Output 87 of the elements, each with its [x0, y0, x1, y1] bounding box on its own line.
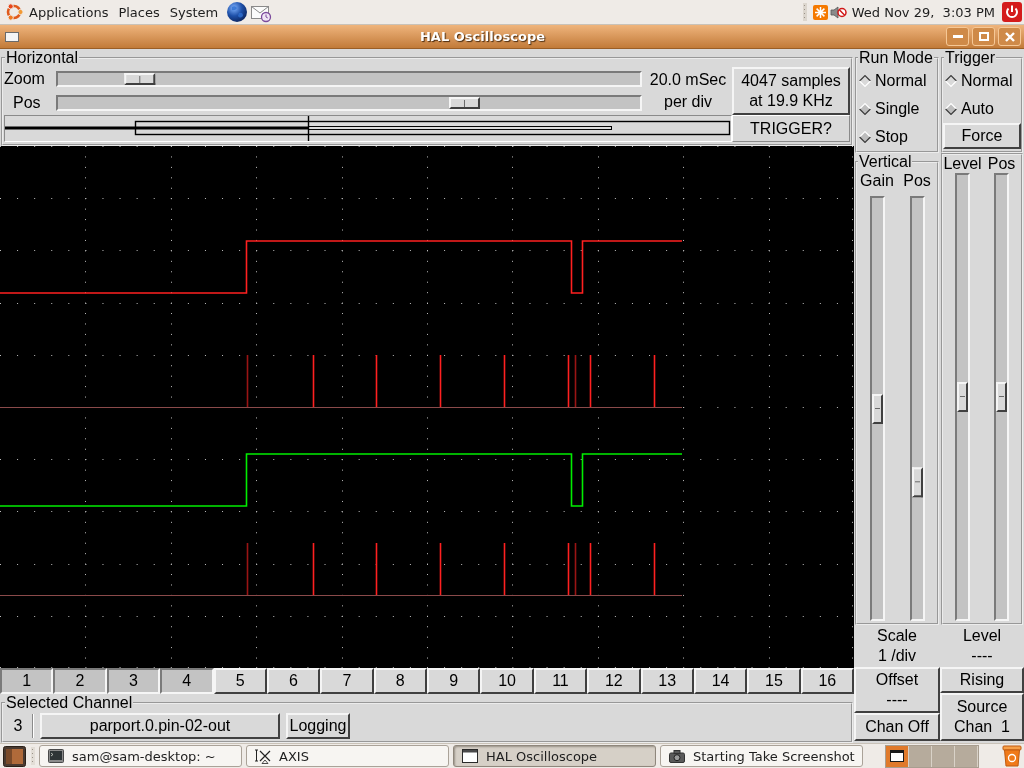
- muted-speaker-icon[interactable]: [829, 4, 847, 20]
- channel-button[interactable]: 7: [320, 668, 374, 694]
- force-button[interactable]: Force: [943, 123, 1021, 149]
- slider-label: Level: [943, 155, 982, 173]
- edge-button[interactable]: Rising: [940, 667, 1024, 693]
- channel-button[interactable]: 3: [106, 668, 161, 694]
- channel-button[interactable]: 13: [640, 668, 694, 694]
- ring-logo-icon[interactable]: [4, 2, 24, 22]
- close-icon: [1004, 31, 1015, 42]
- menu-item[interactable]: Applications: [24, 0, 114, 24]
- slider-label: Pos: [987, 155, 1016, 173]
- power-icon[interactable]: [1002, 2, 1022, 22]
- camera-icon: [669, 749, 685, 763]
- slider-track[interactable]: [56, 71, 642, 87]
- channel-button[interactable]: 8: [373, 668, 427, 694]
- time-per-division: 20.0 mSec per div: [648, 70, 728, 112]
- channel-name-button[interactable]: parport.0.pin-02-out: [40, 712, 280, 739]
- slider-track[interactable]: [869, 196, 885, 621]
- channel-button[interactable]: 15: [747, 668, 801, 694]
- scale-readout: Scale 1 /div: [876, 626, 918, 666]
- frame-title: Run Mode: [858, 49, 934, 67]
- channel-number: 3: [12, 717, 24, 734]
- slider-thumb[interactable]: [957, 382, 968, 412]
- channel-off-button[interactable]: Chan Off: [854, 713, 940, 741]
- window-icon: [462, 749, 478, 763]
- channel-button[interactable]: 14: [693, 668, 748, 694]
- slider-thumb[interactable]: [871, 393, 883, 424]
- slider-track[interactable]: [56, 95, 642, 111]
- source-button[interactable]: Source Chan 1: [940, 693, 1024, 741]
- channel-button[interactable]: 1: [0, 668, 54, 694]
- minimize-button[interactable]: [946, 27, 969, 46]
- taskbar-button[interactable]: HAL Oscilloscope: [453, 745, 656, 767]
- channel-button[interactable]: 4: [160, 668, 214, 694]
- frame-title: Vertical: [858, 153, 913, 171]
- minimize-icon: [952, 35, 963, 38]
- slider-label: Pos: [12, 95, 42, 111]
- frame-title: Trigger: [944, 49, 997, 67]
- channel-button[interactable]: 10: [480, 668, 534, 694]
- slider-track[interactable]: [955, 173, 970, 621]
- slider-thumb[interactable]: [911, 467, 923, 498]
- workspace-button[interactable]: [886, 745, 909, 767]
- taskbar-button[interactable]: Starting Take Screenshot: [660, 745, 863, 767]
- radio-option[interactable]: Single: [857, 95, 937, 123]
- radio-option[interactable]: Auto: [943, 95, 1021, 123]
- slider-label: Gain: [860, 171, 894, 191]
- channel-button[interactable]: 11: [533, 668, 588, 694]
- slider-thumb[interactable]: [996, 382, 1007, 412]
- slider-track[interactable]: [994, 173, 1009, 621]
- slider-label: Pos: [903, 171, 931, 191]
- slider-thumb[interactable]: [124, 73, 156, 85]
- level-readout: Level ----: [961, 626, 1003, 666]
- taskbar-button[interactable]: sam@sam-desktop: ~: [39, 745, 242, 767]
- taskbar-button[interactable]: AXIS: [246, 745, 449, 767]
- slider-label: Zoom: [4, 71, 46, 87]
- channel-button[interactable]: 5: [213, 668, 267, 694]
- clock[interactable]: Wed Nov 29, 3:03 PM: [851, 5, 995, 19]
- menu-item[interactable]: Places: [113, 0, 165, 24]
- radio-option[interactable]: Normal: [943, 67, 1021, 95]
- logging-button[interactable]: Logging: [286, 712, 350, 739]
- close-button[interactable]: [998, 27, 1021, 46]
- show-desktop-icon[interactable]: [3, 745, 26, 767]
- window-menu-icon[interactable]: [5, 31, 19, 42]
- channel-button[interactable]: 2: [53, 668, 107, 694]
- slider-thumb[interactable]: [449, 97, 481, 109]
- starburst-icon[interactable]: [812, 4, 828, 20]
- offset-button[interactable]: Offset ----: [854, 667, 940, 713]
- grip-icon: [802, 3, 807, 21]
- crossed-lines-icon: [255, 748, 271, 764]
- frame-title: Selected Channel: [5, 694, 134, 712]
- channel-button[interactable]: 16: [800, 668, 854, 694]
- samples-button[interactable]: 4047 samples at 19.9 KHz: [732, 67, 850, 115]
- maximize-button[interactable]: [972, 27, 995, 46]
- trigger-status: TRIGGER?: [732, 115, 850, 142]
- channel-button[interactable]: 9: [427, 668, 481, 694]
- window-icon: [890, 750, 904, 762]
- window-title: HAL Oscilloscope: [418, 30, 546, 43]
- menu-item[interactable]: System: [164, 0, 224, 24]
- terminal-icon: [48, 749, 64, 763]
- globe-icon[interactable]: [226, 1, 249, 23]
- channel-button[interactable]: 12: [587, 668, 641, 694]
- radio-option[interactable]: Stop: [857, 123, 937, 151]
- channel-button[interactable]: 6: [266, 668, 321, 694]
- frame-title: Horizontal: [5, 49, 80, 67]
- slider-track[interactable]: [909, 196, 925, 621]
- trash-icon[interactable]: [1002, 745, 1022, 767]
- radio-option[interactable]: Normal: [857, 67, 937, 95]
- maximize-icon: [978, 32, 989, 41]
